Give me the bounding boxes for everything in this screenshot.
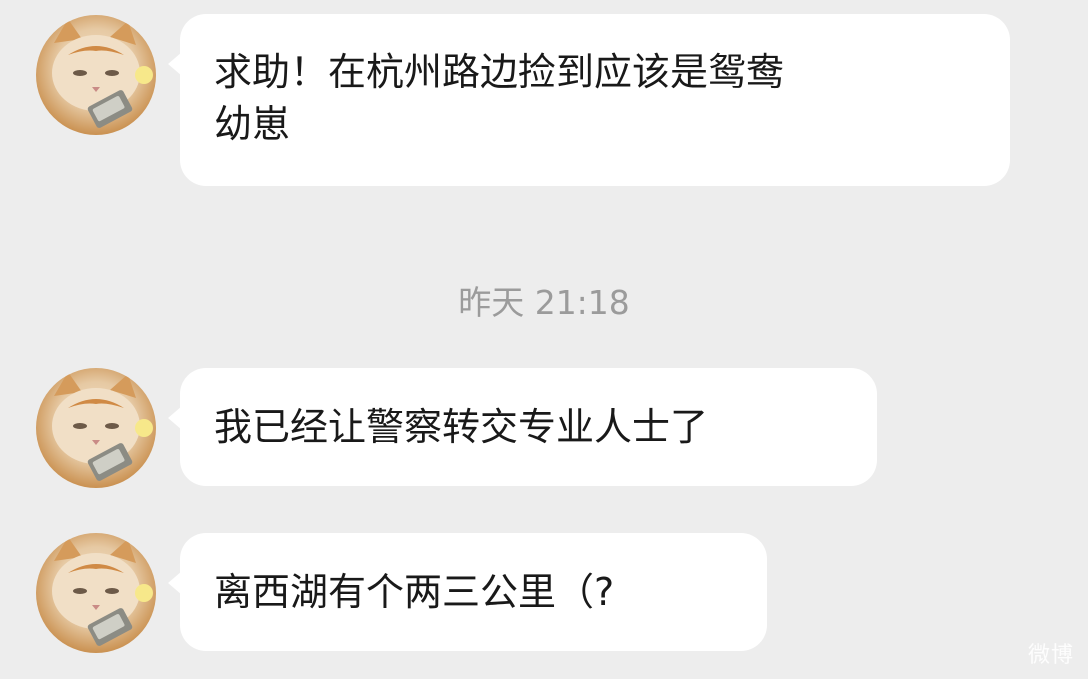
message-timestamp: 昨天 21:18 [458, 283, 630, 322]
message-bubble[interactable]: 求助！在杭州路边捡到应该是鸳鸯 幼崽 [168, 14, 1010, 186]
watermark: 微博 [1027, 643, 1074, 668]
message-bubble[interactable]: 我已经让警察转交专业人士了 [168, 368, 877, 486]
message-text: 离西湖有个两三公里（? [214, 570, 615, 614]
message-text: 我已经让警察转交专业人士了 [214, 405, 709, 449]
cat-avatar[interactable] [36, 533, 156, 653]
message-bubble[interactable]: 离西湖有个两三公里（? [168, 533, 767, 651]
cat-avatar[interactable] [36, 15, 156, 135]
cat-avatar[interactable] [36, 368, 156, 488]
message-text: 求助！在杭州路边捡到应该是鸳鸯 幼崽 [214, 50, 785, 146]
cat-face-icon [52, 372, 153, 481]
cat-face-icon [52, 537, 153, 646]
cat-face-icon [52, 19, 153, 128]
